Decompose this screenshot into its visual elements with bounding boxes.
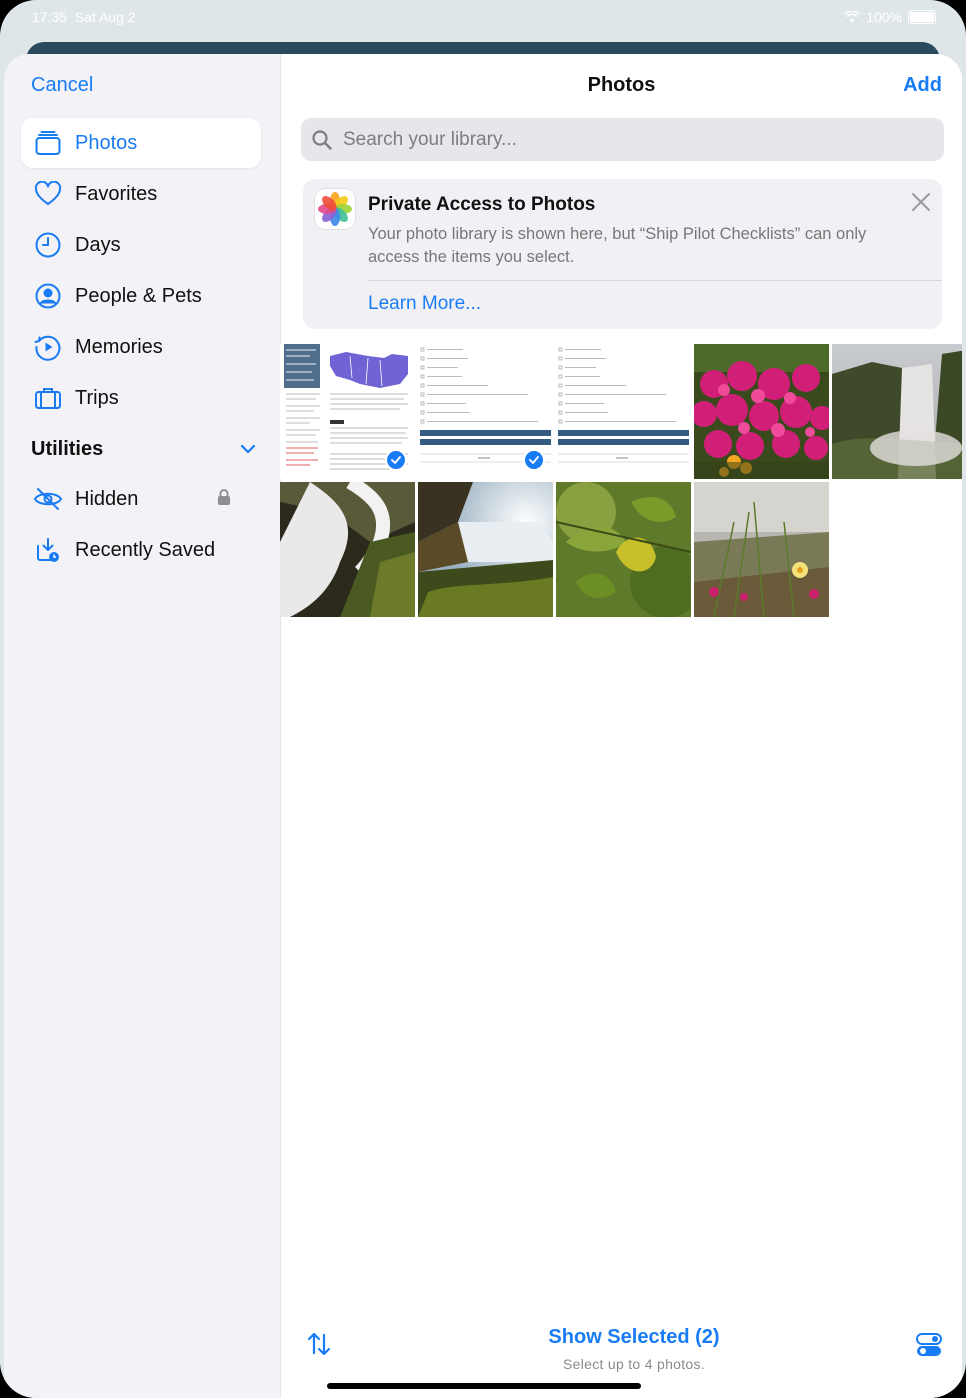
search-input[interactable]: Search your library... [301,118,944,161]
photo-thumbnail-waterfall[interactable] [832,344,962,479]
battery-percent: 100% [866,9,902,25]
photo-thumbnail-checklist[interactable] [556,344,691,479]
private-access-notice: Private Access to Photos Your photo libr… [303,179,942,329]
cancel-button[interactable]: Cancel [31,74,93,97]
sidebar-item-hidden[interactable]: Hidden [21,474,261,524]
sidebar-item-people-pets[interactable]: People & Pets [21,271,261,321]
sidebar-item-label: Recently Saved [75,538,216,561]
photos-app-icon [315,189,355,229]
photo-thumbnail-checklist[interactable] [418,344,553,479]
memories-play-icon [33,332,63,362]
person-circle-icon [33,281,63,311]
sidebar-item-trips[interactable]: Trips [21,373,261,423]
sidebar-item-label: Days [75,233,121,256]
sidebar-item-days[interactable]: Days [21,220,261,270]
pink-flowers-image [694,344,829,479]
photo-thumbnail-document[interactable] [280,344,415,479]
options-toggle-icon[interactable] [916,1332,942,1358]
home-indicator[interactable] [327,1383,641,1389]
green-leaves-image [556,482,691,617]
suitcase-icon [33,383,63,413]
sidebar: Cancel Photos Favorites Days People & Pe… [4,54,281,1398]
status-indicators: 100% [844,9,936,25]
sidebar-item-label: Hidden [75,487,139,510]
lock-icon [218,489,230,505]
utilities-section-header[interactable]: Utilities [31,432,256,466]
clock-icon [33,230,63,260]
battery-icon [908,10,936,24]
selected-checkmark-icon [385,449,407,471]
checklist-preview [556,344,691,479]
page-title: Photos [587,74,656,96]
selected-checkmark-icon [523,449,545,471]
chevron-down-icon [240,444,256,454]
sidebar-item-label: Photos [75,131,138,154]
search-placeholder: Search your library... [343,128,517,150]
search-icon [311,129,333,151]
selection-limit-text: Select up to 4 photos. [562,1356,706,1372]
sidebar-item-label: Favorites [75,182,158,205]
sidebar-item-label: People & Pets [75,284,202,307]
main-panel: Photos Add Search your library... Privat… [280,54,962,1398]
sidebar-item-label: Memories [75,335,163,358]
rocky-waterfall-image [280,482,415,617]
sidebar-item-memories[interactable]: Memories [21,322,261,372]
notice-body: Your photo library is shown here, but “S… [368,225,867,266]
waterfall-image [832,344,962,479]
heart-icon [33,179,63,209]
eye-slash-icon [33,484,63,514]
photo-thumbnail-pink-flowers[interactable] [694,344,829,479]
sidebar-item-recently-saved[interactable]: Recently Saved [21,525,261,575]
utilities-title: Utilities [31,437,104,460]
photo-thumbnail-yellow-flower[interactable] [694,482,829,617]
add-button[interactable]: Add [903,74,942,97]
yellow-flower-grass-image [694,482,829,617]
notice-title: Private Access to Photos [368,194,596,215]
show-selected-button[interactable]: Show Selected (2) [281,1326,962,1349]
photo-thumbnail-green-leaves[interactable] [556,482,691,617]
sidebar-item-label: Trips [75,386,119,409]
status-time: 17:35 Sat Aug 2 [32,9,136,25]
sunlit-waterfall-image [418,482,553,617]
photo-thumbnail-rocky-waterfall[interactable] [280,482,415,617]
photos-stack-icon [33,128,63,158]
status-bar: 17:35 Sat Aug 2 100% [0,0,966,36]
learn-more-link[interactable]: Learn More... [368,293,481,315]
device-screen: 17:35 Sat Aug 2 100% Cancel Photos Favor… [0,0,966,1398]
sidebar-item-photos[interactable]: Photos [21,118,261,168]
download-tray-icon [33,535,63,565]
wifi-icon [844,11,861,23]
close-icon[interactable] [910,191,932,213]
sidebar-item-favorites[interactable]: Favorites [21,169,261,219]
notice-divider [368,280,942,281]
photo-picker-sheet: Cancel Photos Favorites Days People & Pe… [4,54,962,1398]
photo-thumbnail-sunlit-waterfall[interactable] [418,482,553,617]
